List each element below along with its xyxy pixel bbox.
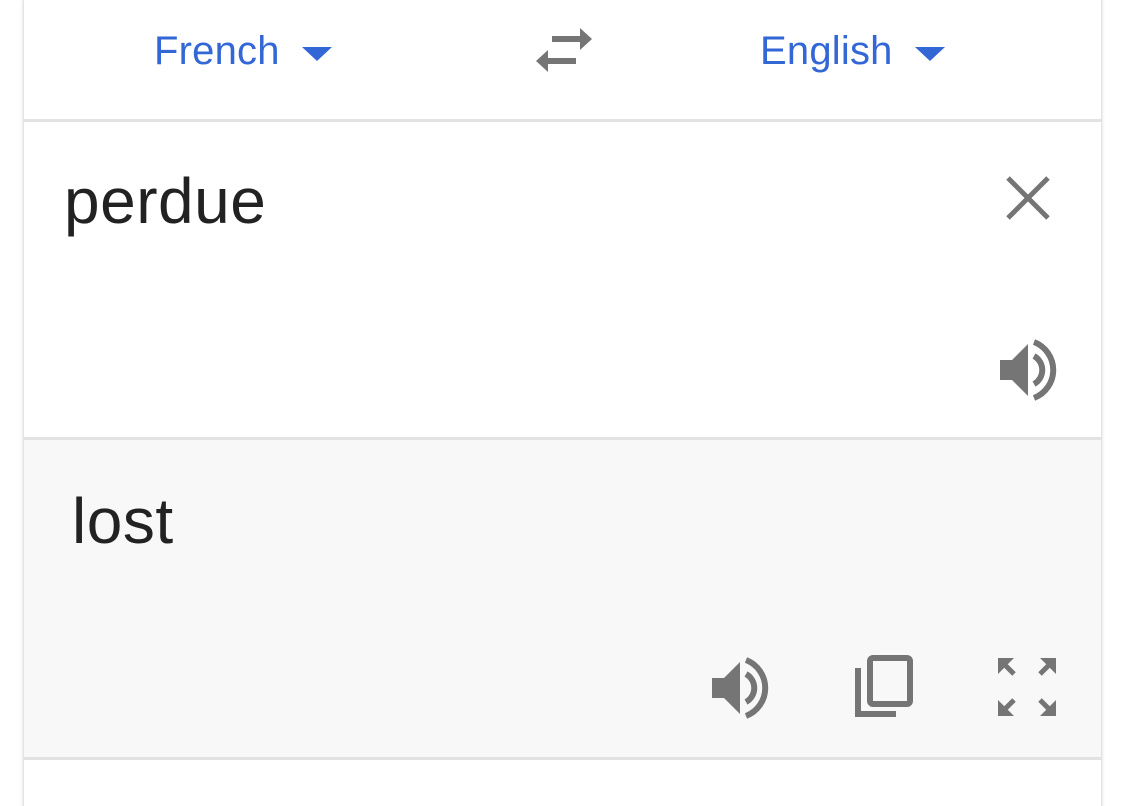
caret-down-icon bbox=[914, 47, 945, 61]
target-language-label: English bbox=[760, 28, 893, 73]
speaker-icon bbox=[712, 657, 769, 719]
fullscreen-icon bbox=[998, 658, 1056, 716]
source-language-label: French bbox=[154, 28, 280, 73]
source-text[interactable]: perdue bbox=[64, 164, 266, 238]
copy-icon bbox=[855, 655, 913, 717]
fullscreen-button[interactable] bbox=[996, 656, 1058, 718]
copy-button[interactable] bbox=[852, 654, 916, 720]
speaker-icon bbox=[1000, 339, 1057, 401]
source-listen-button[interactable] bbox=[996, 338, 1060, 402]
source-language-button[interactable]: French bbox=[154, 26, 332, 76]
page: French English perdue lost bbox=[0, 0, 1125, 806]
caret-down-icon bbox=[301, 47, 332, 61]
result-panel: lost bbox=[24, 440, 1101, 760]
target-language-button[interactable]: English bbox=[760, 26, 945, 76]
clear-button[interactable] bbox=[1002, 172, 1054, 224]
translate-card: French English perdue lost bbox=[24, 0, 1101, 806]
language-bar: French English bbox=[24, 0, 1101, 122]
card-footer-area bbox=[24, 760, 1101, 806]
swap-languages-button[interactable] bbox=[532, 24, 596, 76]
close-icon bbox=[1006, 176, 1050, 220]
swap-arrows-icon bbox=[536, 28, 592, 72]
source-panel[interactable]: perdue bbox=[24, 122, 1101, 440]
result-text: lost bbox=[72, 485, 174, 557]
result-listen-button[interactable] bbox=[708, 656, 772, 720]
